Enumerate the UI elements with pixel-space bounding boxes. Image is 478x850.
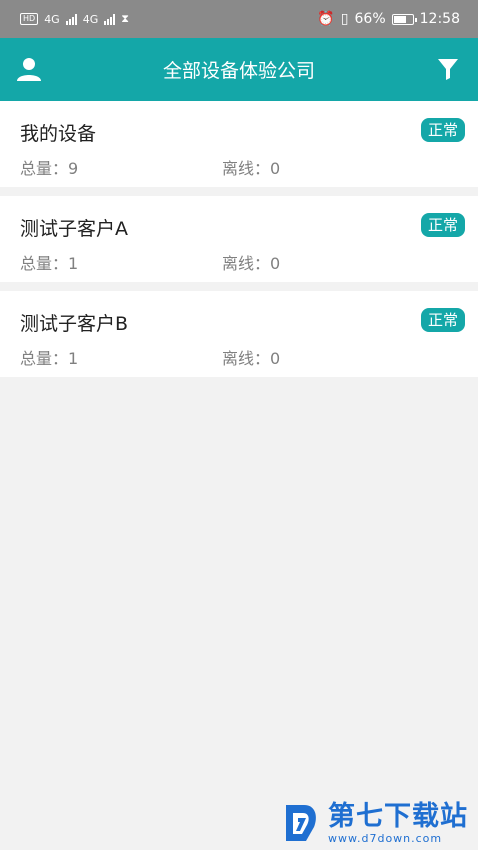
device-card[interactable]: 测试子客户A 正常 总量：1 离线：0 (0, 196, 478, 282)
status-left: HD 4G 4G ⧗ (20, 12, 129, 26)
device-list: 我的设备 正常 总量：9 离线：0 测试子客户A 正常 总量：1 离线：0 测试… (0, 101, 478, 386)
watermark-url: www.d7down.com (328, 831, 443, 845)
watermark-text: 第七下载站 www.d7down.com (328, 800, 468, 845)
signal-label-2: 4G (82, 12, 99, 26)
status-bar: HD 4G 4G ⧗ ⏰ ▯ 66% 12:58 (0, 0, 478, 38)
person-icon (17, 58, 41, 81)
filter-funnel-icon (438, 59, 458, 80)
device-offline: 离线：0 (222, 159, 281, 178)
status-right: ⏰ ▯ 66% 12:58 (317, 11, 460, 27)
status-badge: 正常 (420, 118, 465, 142)
device-total: 总量：9 (20, 159, 79, 178)
app-bar: 全部设备体验公司 (0, 38, 478, 101)
signal-strength-icon (104, 13, 116, 25)
hourglass-icon: ⧗ (121, 12, 129, 25)
battery-icon (391, 13, 417, 25)
device-offline: 离线：0 (222, 254, 281, 273)
device-offline: 离线：0 (222, 349, 281, 368)
d7-logo-icon (286, 805, 316, 841)
user-button[interactable] (16, 56, 42, 82)
clock-time: 12:58 (419, 11, 460, 27)
alarm-icon: ⏰ (317, 11, 335, 27)
device-total: 总量：1 (20, 254, 79, 273)
battery-percent: 66% (354, 11, 386, 27)
device-card[interactable]: 测试子客户B 正常 总量：1 离线：0 (0, 291, 478, 377)
status-badge: 正常 (420, 308, 465, 332)
device-name: 测试子客户A (20, 218, 128, 240)
hd-badge: HD (20, 13, 39, 25)
signal-label-1: 4G (44, 12, 60, 26)
device-card[interactable]: 我的设备 正常 总量：9 离线：0 (0, 101, 478, 187)
device-total: 总量：1 (20, 349, 79, 368)
filter-button[interactable] (436, 57, 460, 81)
status-badge: 正常 (420, 213, 465, 237)
watermark: 第七下载站 www.d7down.com (284, 800, 474, 846)
device-name: 我的设备 (20, 123, 97, 145)
watermark-name: 第七下载站 (328, 800, 468, 832)
signal-strength-icon (65, 13, 77, 25)
device-name: 测试子客户B (20, 313, 129, 335)
page-title: 全部设备体验公司 (162, 60, 315, 82)
vibrate-icon: ▯ (340, 11, 349, 27)
